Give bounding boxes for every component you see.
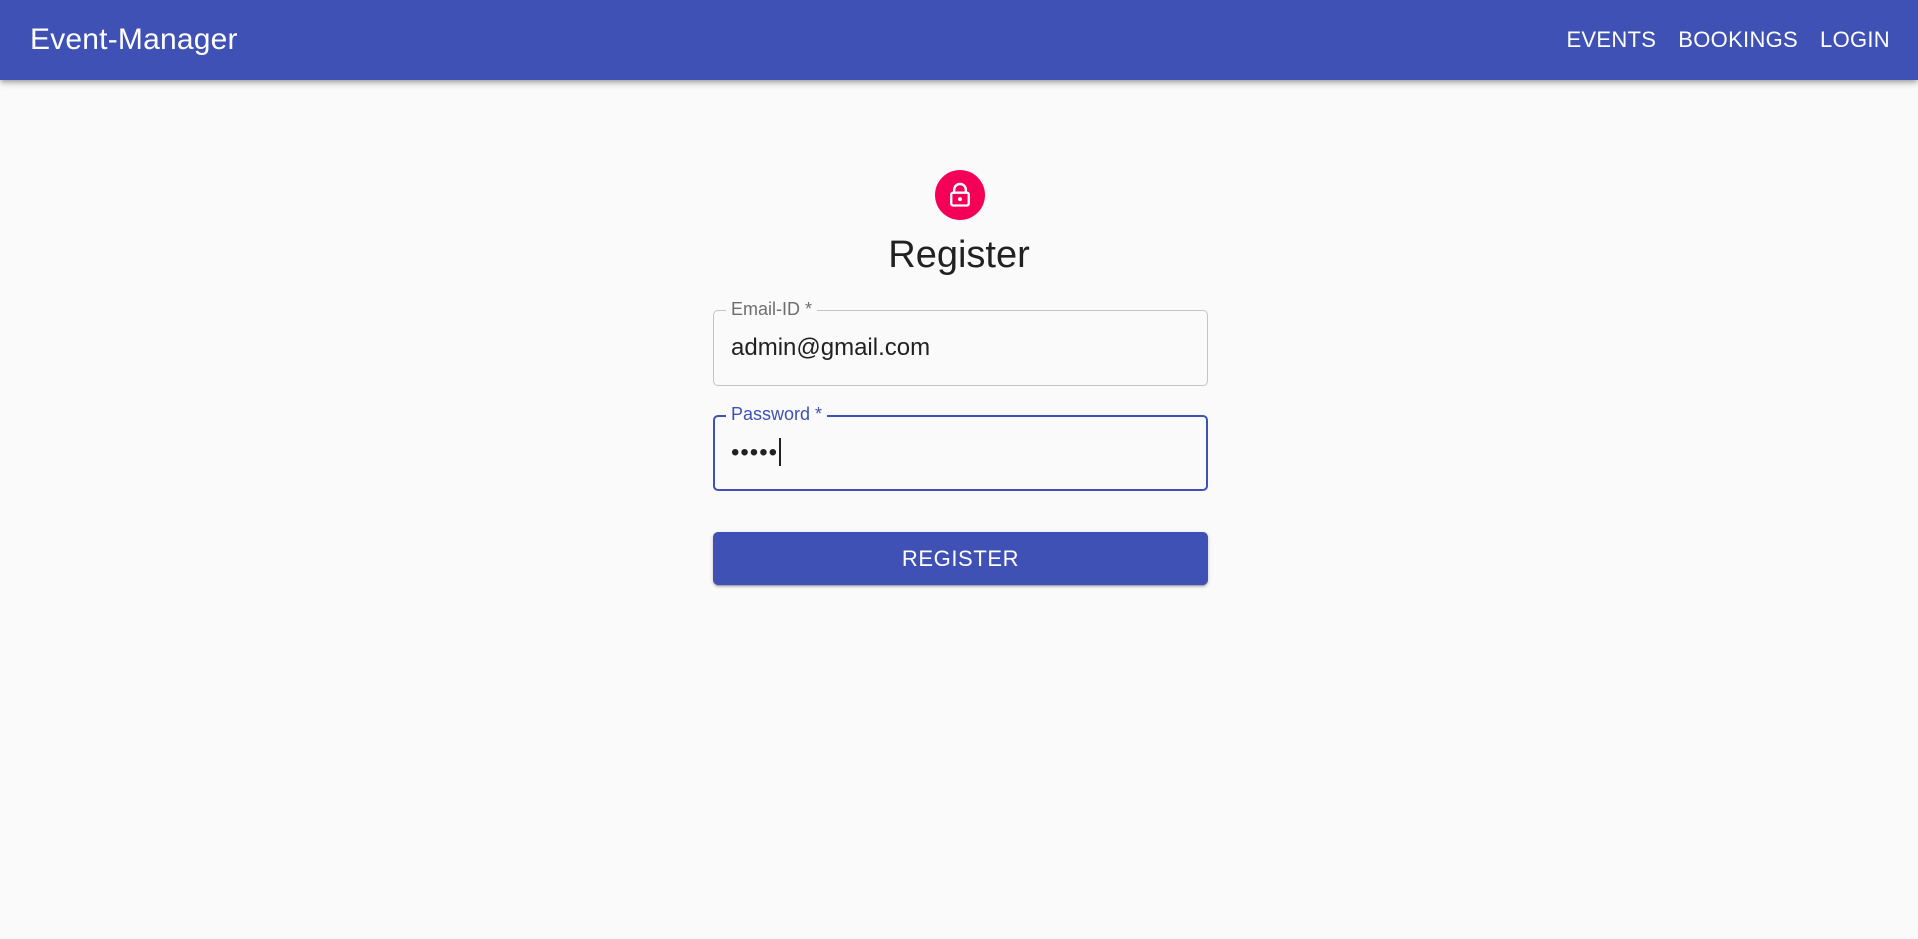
lock-avatar — [935, 170, 985, 220]
password-field[interactable]: Password * ••••• — [713, 403, 1208, 491]
text-caret — [779, 437, 782, 466]
page-title: Register — [888, 234, 1030, 276]
email-field[interactable]: Email-ID * admin@gmail.com — [713, 298, 1208, 386]
app-bar: Event-Manager EVENTS BOOKINGS LOGIN — [0, 0, 1918, 80]
nav-link-bookings[interactable]: BOOKINGS — [1668, 19, 1808, 61]
password-masked-value: ••••• — [731, 439, 779, 466]
register-button[interactable]: REGISTER — [713, 532, 1208, 585]
nav-link-login[interactable]: LOGIN — [1810, 19, 1900, 61]
top-nav: EVENTS BOOKINGS LOGIN — [1554, 0, 1900, 80]
nav-link-events[interactable]: EVENTS — [1556, 19, 1666, 61]
lock-icon — [950, 182, 970, 207]
password-field-value[interactable]: ••••• — [731, 416, 782, 490]
email-field-value[interactable]: admin@gmail.com — [731, 311, 930, 385]
app-title[interactable]: Event-Manager — [30, 0, 238, 80]
